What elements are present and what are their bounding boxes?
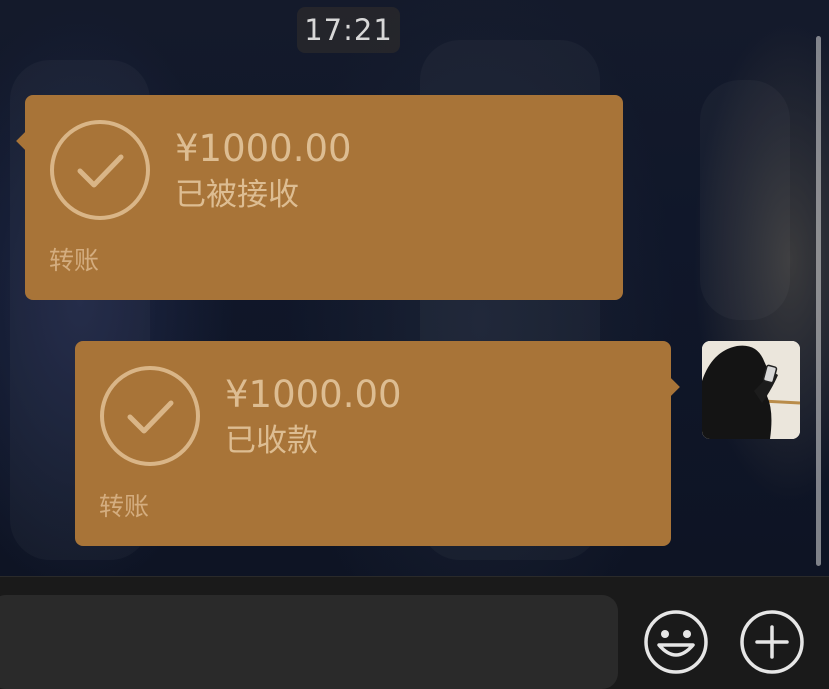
transfer-type-label: 转账 — [99, 492, 150, 521]
checkmark-circle-icon — [50, 120, 150, 220]
transfer-amount: ¥1000.00 — [175, 127, 352, 170]
emoji-icon[interactable] — [643, 609, 709, 675]
transfer-type-label: 转账 — [49, 246, 100, 275]
checkmark-circle-icon — [100, 366, 200, 466]
transfer-status: 已收款 — [225, 423, 318, 459]
avatar-illustration — [702, 341, 800, 439]
scrollbar[interactable] — [816, 36, 821, 566]
avatar[interactable] — [702, 341, 800, 439]
transfer-amount: ¥1000.00 — [225, 373, 402, 416]
transfer-status: 已被接收 — [175, 177, 299, 213]
transfer-message-sent[interactable]: ¥1000.00 已收款 转账 — [75, 341, 680, 546]
transfer-message-received[interactable]: ¥1000.00 已被接收 转账 — [16, 95, 623, 300]
message-timestamp: 17:21 — [297, 7, 400, 53]
plus-circle-icon[interactable] — [739, 609, 805, 675]
message-input[interactable] — [0, 595, 618, 689]
